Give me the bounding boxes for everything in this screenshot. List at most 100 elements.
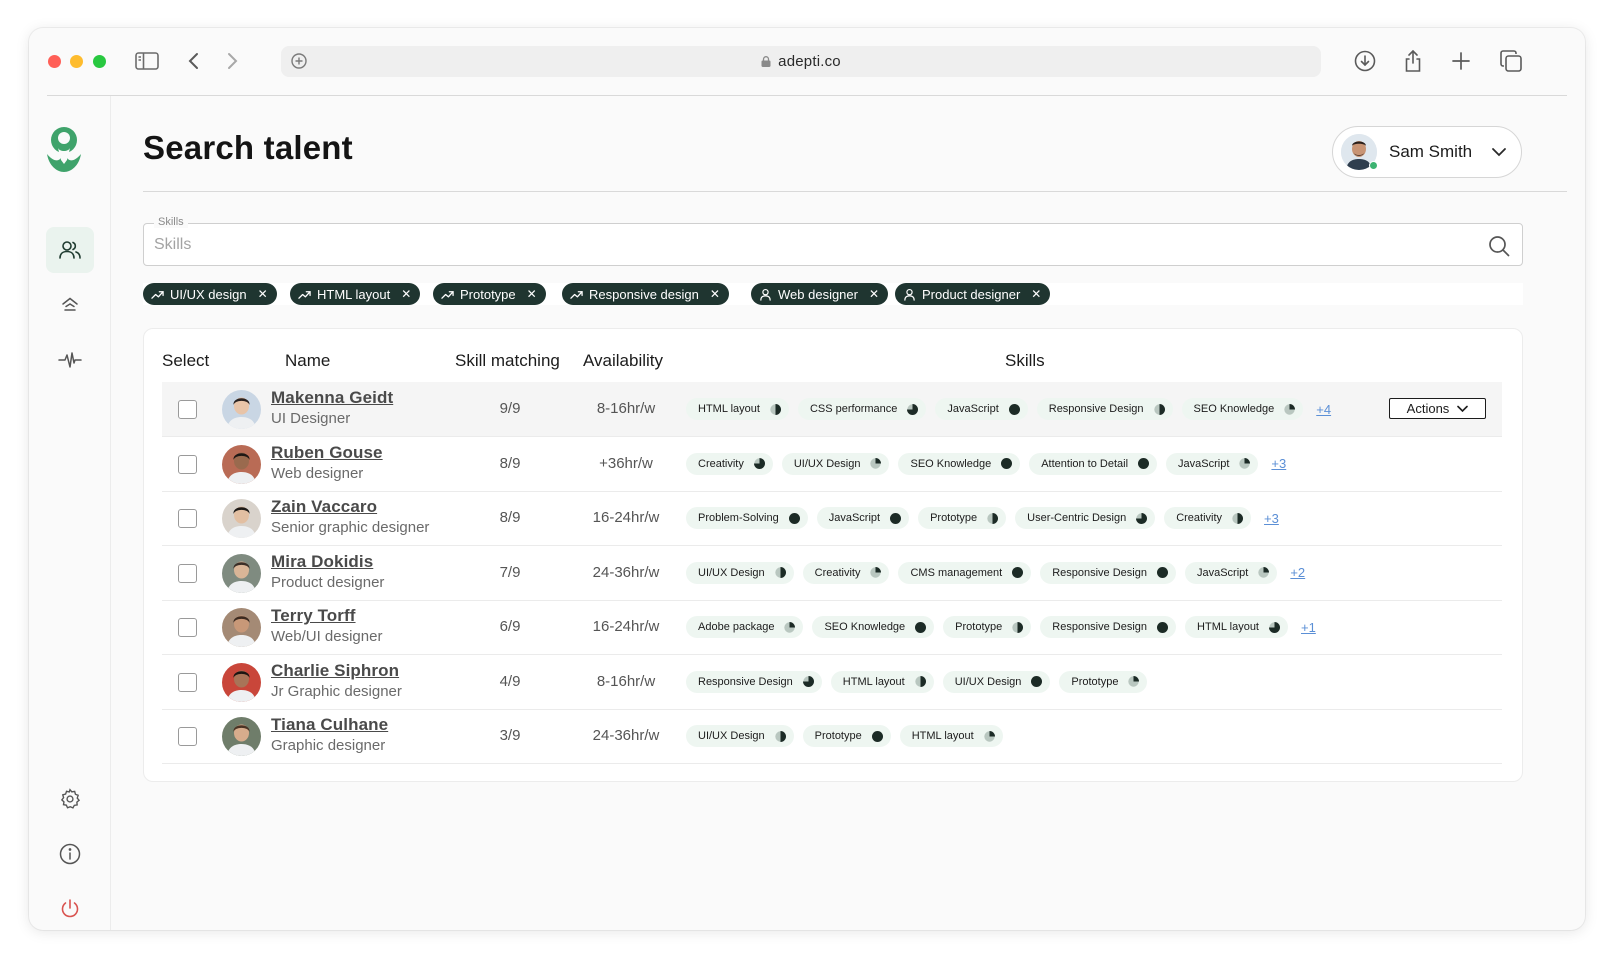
url-text-wrap: adepti.co — [281, 53, 1321, 70]
skill-level-pie — [907, 403, 919, 415]
skill-label: SEO Knowledge — [824, 621, 906, 633]
remove-chip-icon[interactable]: ✕ — [709, 287, 721, 301]
skill-level-pie — [870, 458, 882, 469]
nav-home-button[interactable] — [46, 282, 94, 328]
remove-chip-icon[interactable]: ✕ — [868, 287, 880, 301]
home-icon — [62, 297, 78, 311]
column-header-skills: Skills — [1005, 351, 1045, 370]
filter-chip[interactable]: Web designer ✕ — [751, 283, 888, 305]
back-icon[interactable] — [180, 47, 208, 75]
maximize-window-button[interactable] — [93, 55, 106, 68]
nav-talent-button[interactable] — [46, 227, 94, 273]
skill-tag: Prototype — [802, 725, 891, 747]
candidate-name-link[interactable]: Makenna Geidt — [271, 388, 393, 408]
skill-level-pie — [1012, 567, 1024, 578]
select-checkbox[interactable] — [178, 563, 197, 583]
candidate-name-link[interactable]: Zain Vaccaro — [271, 497, 377, 517]
skill-level-pie — [983, 730, 995, 742]
more-skills-link[interactable]: +1 — [1301, 620, 1316, 635]
skill-tag: HTML layout — [830, 670, 934, 693]
remove-chip-icon[interactable]: ✕ — [257, 287, 269, 301]
more-skills-link[interactable]: +2 — [1290, 565, 1305, 580]
person-icon — [904, 288, 915, 301]
skill-label: Problem-Solving — [698, 512, 779, 524]
chip-label: HTML layout — [317, 286, 391, 302]
table-row[interactable]: Makenna Geidt UI Designer 9/9 8-16hr/w HTML … — [162, 382, 1502, 437]
filter-chip[interactable]: Product designer ✕ — [895, 283, 1051, 305]
nav-settings-button[interactable] — [46, 776, 94, 822]
skill-match-value: 6/9 — [499, 618, 521, 635]
more-skills-link[interactable]: +4 — [1316, 402, 1331, 417]
table-row[interactable]: Charlie Siphron Jr Graphic designer 4/9 8-1… — [162, 655, 1502, 710]
info-icon — [59, 843, 81, 865]
candidate-role: Senior graphic designer — [271, 519, 430, 536]
download-icon[interactable] — [1351, 47, 1379, 75]
search-icon[interactable] — [1488, 235, 1510, 257]
skill-level-pie — [1031, 676, 1043, 687]
remove-chip-icon[interactable]: ✕ — [400, 287, 412, 301]
select-checkbox[interactable] — [178, 727, 197, 746]
skill-tag: Creativity — [1164, 507, 1252, 529]
nav-logout-button[interactable] — [46, 886, 94, 930]
remove-chip-icon[interactable]: ✕ — [1030, 287, 1042, 301]
avatar — [222, 717, 261, 756]
skill-level-pie — [1153, 403, 1165, 415]
select-checkbox[interactable] — [178, 618, 197, 637]
adepti-logo-icon — [47, 127, 81, 172]
skill-level-pie — [1138, 458, 1150, 469]
sidebar-toggle-icon[interactable] — [133, 47, 161, 75]
actions-dropdown-button[interactable]: Actions — [1389, 398, 1486, 419]
column-header-skill-matching[interactable]: Skill matching — [455, 351, 560, 371]
candidate-name-link[interactable]: Terry Torff — [271, 606, 356, 626]
skill-level-pie — [1258, 567, 1270, 578]
skill-tag: SEO Knowledge — [898, 452, 1021, 475]
address-bar[interactable]: adepti.co — [281, 46, 1321, 77]
close-window-button[interactable] — [48, 55, 61, 68]
candidate-name-link[interactable]: Mira Dokidis — [271, 552, 373, 572]
search-input[interactable] — [154, 232, 1454, 258]
more-skills-link[interactable]: +3 — [1264, 511, 1279, 526]
skill-tag: Prototype — [943, 616, 1032, 638]
skill-tag: UI/UX Design — [686, 561, 794, 584]
share-icon[interactable] — [1399, 47, 1427, 75]
candidate-name-link[interactable]: Ruben Gouse — [271, 443, 383, 463]
tabs-overview-icon[interactable] — [1497, 47, 1525, 75]
chip-label: Responsive design — [589, 286, 699, 302]
select-checkbox[interactable] — [178, 400, 197, 419]
nav-info-button[interactable] — [46, 831, 94, 877]
filter-chip[interactable]: Responsive design ✕ — [562, 283, 729, 305]
remove-chip-icon[interactable]: ✕ — [526, 287, 538, 301]
skill-label: Prototype — [930, 512, 978, 524]
column-header-availability[interactable]: Availability — [583, 351, 663, 371]
table-row[interactable]: Mira Dokidis Product designer 7/9 24-36hr/w… — [162, 546, 1502, 601]
filter-chip[interactable]: Prototype ✕ — [433, 283, 546, 305]
filter-chip[interactable]: HTML layout ✕ — [290, 283, 421, 305]
select-checkbox[interactable] — [178, 454, 197, 474]
avatar — [222, 444, 261, 484]
filter-chip[interactable]: UI/UX design ✕ — [143, 283, 277, 305]
new-tab-icon[interactable] — [1447, 47, 1475, 75]
user-menu-button[interactable]: Sam Smith — [1332, 126, 1522, 178]
more-skills-link[interactable]: +3 — [1271, 456, 1286, 471]
skill-level-pie — [1156, 567, 1168, 578]
skills-search-field[interactable]: Skills — [143, 216, 1523, 266]
table-row[interactable]: Zain Vaccaro Senior graphic designer 8/9 16… — [162, 491, 1502, 546]
minimize-window-button[interactable] — [70, 55, 83, 68]
skill-label: JavaScript — [1196, 566, 1249, 579]
skill-tag: Problem-Solving — [686, 507, 808, 529]
chevron-down-icon — [1492, 148, 1506, 157]
table-row[interactable]: Terry Torff Web/UI designer 6/9 16-24hr/w Ad… — [162, 600, 1502, 655]
skill-level-pie — [1008, 403, 1020, 415]
table-row[interactable]: Tiana Culhane Graphic designer 3/9 24-36hr/… — [162, 709, 1502, 764]
candidate-name-link[interactable]: Tiana Culhane — [271, 715, 388, 735]
avatar — [222, 390, 261, 429]
candidate-name-link[interactable]: Charlie Siphron — [271, 661, 399, 681]
forward-icon[interactable] — [218, 47, 246, 75]
column-header-name[interactable]: Name — [285, 351, 330, 371]
select-checkbox[interactable] — [178, 672, 197, 692]
table-row[interactable]: Ruben Gouse Web designer 8/9 +36hr/w Creativ… — [162, 437, 1502, 492]
skill-level-pie — [915, 676, 926, 687]
select-checkbox[interactable] — [178, 509, 197, 528]
candidate-role: Jr Graphic designer — [271, 682, 402, 700]
nav-activity-button[interactable] — [46, 337, 94, 383]
